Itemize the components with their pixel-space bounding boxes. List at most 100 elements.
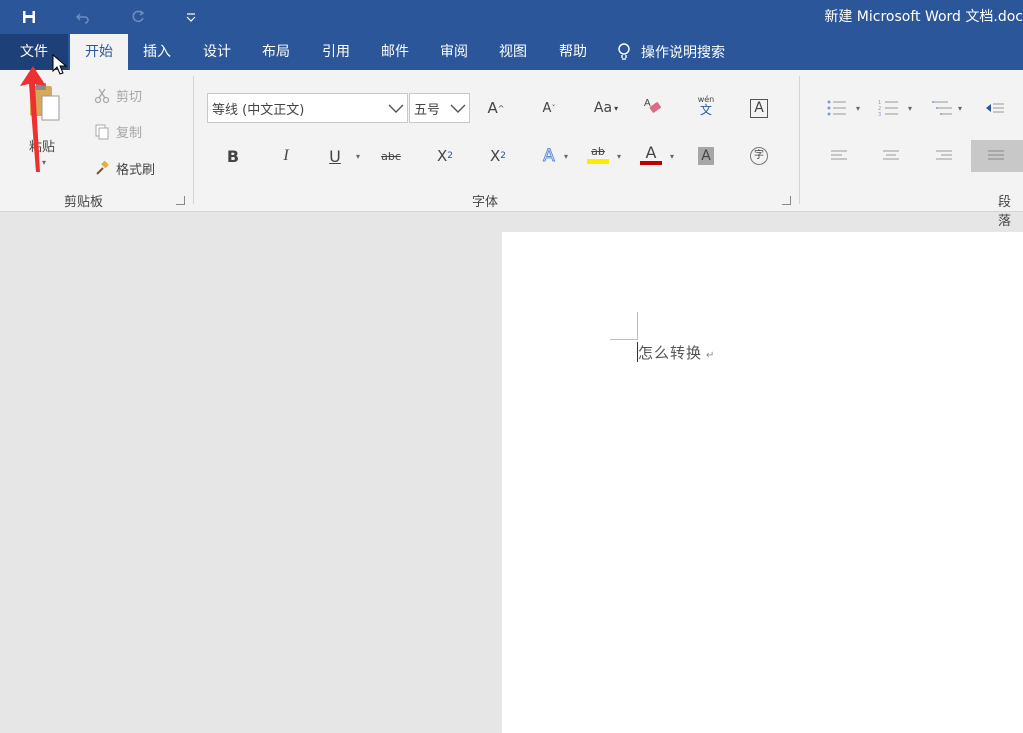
ribbon-tabs: 文件 开始 插入 设计 布局 引用 邮件 审阅 视图 帮助 操作说明搜索 [0, 34, 1023, 70]
align-left-button[interactable] [824, 142, 854, 170]
decrease-indent-button[interactable] [980, 94, 1010, 122]
character-shading-button[interactable]: A [691, 142, 721, 170]
search-label: 操作说明搜索 [641, 45, 725, 61]
clipboard-group-label: 剪贴板 [64, 195, 104, 210]
clear-formatting-button[interactable]: A [639, 93, 669, 121]
paintbrush-icon [94, 160, 110, 177]
text-effects-button[interactable]: A [534, 142, 564, 170]
tell-me-search[interactable]: 操作说明搜索 [617, 34, 725, 70]
scissors-icon [94, 88, 110, 104]
font-name-value: 等线 (中文正文) [212, 102, 305, 118]
grow-font-glyph: A [487, 99, 498, 117]
font-color-dropdown-caret[interactable]: ▾ [670, 152, 674, 161]
copy-icon [94, 124, 110, 140]
align-center-button[interactable] [876, 142, 906, 170]
strikethrough-button[interactable]: abc [376, 142, 406, 170]
shrink-font-glyph: A [542, 100, 552, 116]
numbering-dropdown-caret[interactable]: ▾ [908, 104, 912, 113]
phonetic-guide-button[interactable]: wén 文 [691, 92, 721, 120]
superscript-button[interactable]: X2 [483, 142, 513, 170]
chevron-down-icon [388, 104, 404, 113]
align-left-icon [831, 150, 847, 160]
font-size-value: 五号 [414, 102, 441, 118]
numbered-list-icon: 123 [878, 100, 898, 117]
grow-font-button[interactable]: A ^ [481, 94, 511, 122]
change-case-button[interactable]: Aa ▾ [589, 94, 623, 122]
format-painter-button[interactable]: 格式刷 [94, 159, 155, 178]
font-color-glyph: A [645, 142, 657, 162]
superscript-glyph: X [489, 147, 501, 165]
subscript-glyph: X [436, 147, 448, 165]
clipboard-dialog-launcher[interactable] [176, 196, 185, 205]
tab-mailings[interactable]: 邮件 [371, 34, 419, 70]
save-icon[interactable] [17, 6, 41, 28]
document-title: 新建 Microsoft Word 文档.doc [824, 9, 1023, 25]
multilevel-list-icon [932, 101, 952, 115]
tab-layout[interactable]: 布局 [252, 34, 300, 70]
justify-icon [988, 150, 1004, 160]
tab-review[interactable]: 审阅 [430, 34, 478, 70]
align-center-icon [883, 150, 899, 160]
align-right-button[interactable] [929, 142, 959, 170]
bullets-button[interactable] [822, 94, 852, 122]
redo-icon[interactable] [126, 6, 150, 28]
mouse-pointer-icon [52, 54, 68, 75]
title-bar: 新建 Microsoft Word 文档.doc [0, 0, 1023, 34]
group-separator [799, 76, 800, 204]
highlight-dropdown-caret[interactable]: ▾ [617, 152, 621, 161]
copy-button[interactable]: 复制 [94, 122, 142, 141]
character-border-button[interactable]: A [744, 94, 774, 122]
lightbulb-icon [618, 43, 630, 60]
enclose-char-glyph: 字 [750, 147, 768, 165]
text-effect-glyph: A [543, 146, 556, 167]
red-arrow-annotation [20, 66, 46, 172]
underline-button[interactable]: U [320, 142, 350, 170]
bullets-dropdown-caret[interactable]: ▾ [856, 104, 860, 113]
document-text[interactable]: 怎么转换 [638, 342, 702, 363]
tab-insert[interactable]: 插入 [133, 34, 181, 70]
customize-quick-access-icon[interactable] [179, 6, 203, 28]
bullet-list-icon [827, 100, 846, 116]
font-dialog-launcher[interactable] [782, 196, 791, 205]
phonetic-bottom: 文 [699, 103, 712, 117]
highlight-color-bar [587, 158, 609, 164]
enclose-characters-button[interactable]: 字 [744, 142, 774, 170]
tab-help[interactable]: 帮助 [549, 34, 597, 70]
font-group-label: 字体 [472, 195, 499, 210]
svg-text:3: 3 [878, 112, 881, 117]
chevron-down-icon [450, 104, 466, 113]
font-color-bar [640, 160, 662, 165]
font-name-dropdown[interactable]: 等线 (中文正文) [207, 93, 408, 123]
change-case-glyph: Aa [593, 100, 613, 116]
tab-design[interactable]: 设计 [193, 34, 241, 70]
border-char-glyph: A [750, 98, 768, 118]
subscript-mark: 2 [447, 151, 453, 161]
highlight-button[interactable]: ab [583, 140, 613, 168]
font-color-button[interactable]: A [636, 140, 666, 168]
cut-button[interactable]: 剪切 [94, 86, 142, 105]
copy-label: 复制 [116, 126, 143, 141]
document-page[interactable]: 怎么转换 ↵ [502, 232, 1023, 733]
multilevel-dropdown-caret[interactable]: ▾ [958, 104, 962, 113]
group-separator [193, 76, 194, 204]
justify-button[interactable] [971, 140, 1023, 172]
crop-mark [637, 312, 638, 340]
ribbon-home: 粘贴 ▾ 剪切 复制 格式刷 剪贴板 等线 (中文正文) 五号 A ^ Aˇ Aa… [0, 70, 1023, 229]
tab-view[interactable]: 视图 [489, 34, 537, 70]
tab-references[interactable]: 引用 [312, 34, 360, 70]
text-effects-dropdown-caret[interactable]: ▾ [564, 152, 568, 161]
subscript-button[interactable]: X2 [430, 142, 460, 170]
italic-button[interactable]: I [271, 142, 301, 170]
font-size-dropdown[interactable]: 五号 [409, 93, 470, 123]
align-right-icon [936, 150, 952, 160]
cut-label: 剪切 [116, 90, 143, 105]
multilevel-list-button[interactable] [928, 94, 958, 122]
decrease-indent-icon [986, 103, 1004, 113]
bold-button[interactable]: B [218, 142, 248, 170]
undo-icon[interactable] [71, 6, 95, 28]
underline-dropdown-caret[interactable]: ▾ [356, 152, 360, 161]
numbering-button[interactable]: 123 [874, 94, 904, 122]
tab-home[interactable]: 开始 [70, 34, 128, 70]
shrink-font-button[interactable]: Aˇ [534, 94, 564, 122]
crop-mark [610, 339, 638, 340]
